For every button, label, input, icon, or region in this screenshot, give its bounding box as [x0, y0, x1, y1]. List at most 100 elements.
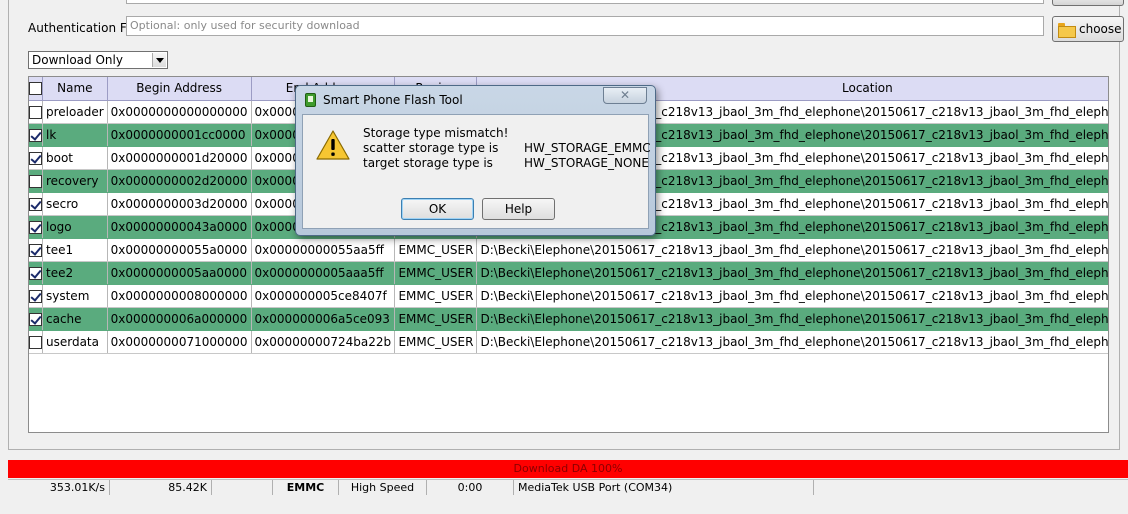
cell-region: EMMC_USER [394, 307, 478, 331]
cell-location: D:\Becki\Elephone\20150617_c218v13_jbaol… [476, 261, 1108, 285]
cell-name: preloader [42, 100, 108, 124]
header-select-all[interactable] [29, 77, 43, 101]
cell-name: tee2 [42, 261, 108, 285]
download-mode-value: Download Only [32, 53, 123, 67]
scatter-choose-button[interactable] [1052, 0, 1124, 6]
cell-name: system [42, 284, 108, 308]
cell-begin-address: 0x00000000043a0000 [107, 215, 252, 239]
cell-name: boot [42, 146, 108, 170]
message-line-2: scatter storage type is [363, 141, 499, 155]
scatter-file-field[interactable] [126, 0, 1044, 4]
row-checkbox[interactable] [29, 105, 42, 119]
dialog-message: Storage type mismatch! scatter storage t… [363, 126, 508, 171]
cell-location: D:\Becki\Elephone\20150617_c218v13_jbaol… [476, 330, 1108, 354]
help-button[interactable]: Help [482, 198, 555, 220]
header-name[interactable]: Name [42, 77, 108, 101]
header-begin-address[interactable]: Begin Address [107, 77, 252, 101]
cell-name: secro [42, 192, 108, 216]
cell-begin-address: 0x0000000003d20000 [107, 192, 252, 216]
scatter-storage-value: HW_STORAGE_EMMC [524, 141, 651, 155]
target-storage-value: HW_STORAGE_NONE [524, 156, 649, 170]
cell-name: recovery [42, 169, 108, 193]
chevron-down-icon[interactable] [152, 53, 166, 67]
row-checkbox[interactable] [29, 174, 42, 188]
choose-label: choose [1079, 22, 1122, 36]
auth-file-input[interactable]: Optional: only used for security downloa… [126, 16, 1044, 36]
row-checkbox[interactable] [29, 312, 42, 326]
row-checkbox-cell[interactable] [29, 307, 43, 331]
message-line-1: Storage type mismatch! [363, 126, 509, 140]
row-checkbox-cell[interactable] [29, 169, 43, 193]
table-row[interactable]: cache 0x000000006a000000 0x000000006a5ce09… [29, 307, 1108, 331]
table-row[interactable]: tee2 0x0000000005aa0000 0x0000000005aaa5ff… [29, 261, 1108, 285]
dialog-title: Smart Phone Flash Tool [323, 93, 463, 107]
select-all-checkbox[interactable] [29, 82, 42, 96]
status-storage: EMMC [273, 480, 339, 495]
progress-bar: Download DA 100% [8, 460, 1128, 478]
cell-name: userdata [42, 330, 108, 354]
cell-end-address: 0x000000006a5ce093 [251, 307, 396, 331]
table-row[interactable]: userdata 0x0000000071000000 0x00000000724b… [29, 330, 1108, 354]
cell-begin-address: 0x000000006a000000 [107, 307, 252, 331]
cell-location: D:\Becki\Elephone\20150617_c218v13_jbaol… [476, 307, 1108, 331]
row-checkbox[interactable] [29, 289, 42, 303]
cell-location: D:\Becki\Elephone\20150617_c218v13_jbaol… [476, 284, 1108, 308]
cell-region: EMMC_USER [394, 330, 478, 354]
cell-name: tee1 [42, 238, 108, 262]
auth-choose-button[interactable]: choose [1052, 16, 1124, 42]
row-checkbox[interactable] [29, 220, 42, 234]
row-checkbox-cell[interactable] [29, 123, 43, 147]
cell-location: D:\Becki\Elephone\20150617_c218v13_jbaol… [476, 238, 1108, 262]
status-time: 0:00 [427, 480, 514, 495]
status-usb-speed: High Speed [339, 480, 427, 495]
status-bar: 353.01K/s 85.42K EMMC High Speed 0:00 Me… [8, 479, 1128, 495]
cell-end-address: 0x000000005ce8407f [251, 284, 396, 308]
row-checkbox-cell[interactable] [29, 100, 43, 124]
folder-icon [1058, 22, 1076, 38]
cell-begin-address: 0x0000000005aa0000 [107, 261, 252, 285]
cell-region: EMMC_USER [394, 284, 478, 308]
row-checkbox-cell[interactable] [29, 192, 43, 216]
cell-name: lk [42, 123, 108, 147]
download-mode-select[interactable]: Download Only [28, 51, 168, 69]
cell-begin-address: 0x0000000008000000 [107, 284, 252, 308]
cell-region: EMMC_USER [394, 261, 478, 285]
warning-icon [316, 130, 350, 160]
row-checkbox[interactable] [29, 128, 42, 142]
close-button[interactable]: ✕ [603, 87, 647, 104]
row-checkbox[interactable] [29, 243, 42, 257]
cell-name: cache [42, 307, 108, 331]
ok-button[interactable]: OK [401, 198, 474, 220]
close-icon: ✕ [619, 88, 631, 102]
status-size: 85.42K [110, 480, 212, 495]
row-checkbox-cell[interactable] [29, 238, 43, 262]
cell-begin-address: 0x0000000001cc0000 [107, 123, 252, 147]
cell-end-address: 0x0000000005aaa5ff [251, 261, 396, 285]
row-checkbox-cell[interactable] [29, 146, 43, 170]
row-checkbox-cell[interactable] [29, 330, 43, 354]
row-checkbox[interactable] [29, 197, 42, 211]
cell-begin-address: 0x0000000002d20000 [107, 169, 252, 193]
row-checkbox-cell[interactable] [29, 284, 43, 308]
cell-begin-address: 0x0000000071000000 [107, 330, 252, 354]
cell-name: logo [42, 215, 108, 239]
app-icon [305, 93, 316, 107]
table-row[interactable]: system 0x0000000008000000 0x000000005ce840… [29, 284, 1108, 308]
cell-end-address: 0x00000000055aa5ff [251, 238, 396, 262]
status-speed: 353.01K/s [8, 480, 110, 495]
row-checkbox[interactable] [29, 266, 42, 280]
cell-region: EMMC_USER [394, 238, 478, 262]
cell-begin-address: 0x00000000055a0000 [107, 238, 252, 262]
row-checkbox[interactable] [29, 151, 42, 165]
cell-end-address: 0x00000000724ba22b [251, 330, 396, 354]
dialog-body: Storage type mismatch! scatter storage t… [302, 114, 651, 229]
storage-mismatch-dialog: Smart Phone Flash Tool ✕ Storage type mi… [295, 85, 656, 236]
row-checkbox[interactable] [29, 335, 42, 349]
cell-begin-address: 0x0000000001d20000 [107, 146, 252, 170]
auth-file-label: Authentication File [28, 21, 140, 35]
status-port: MediaTek USB Port (COM34) [514, 480, 814, 495]
row-checkbox-cell[interactable] [29, 261, 43, 285]
row-checkbox-cell[interactable] [29, 215, 43, 239]
cell-begin-address: 0x0000000000000000 [107, 100, 252, 124]
table-row[interactable]: tee1 0x00000000055a0000 0x00000000055aa5ff… [29, 238, 1108, 262]
